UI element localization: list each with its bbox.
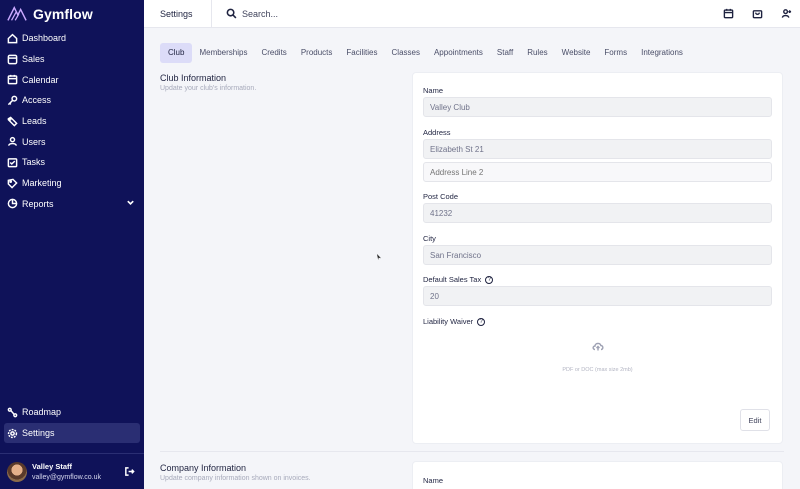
tab-rules[interactable]: Rules	[520, 43, 554, 63]
city-field[interactable]	[423, 245, 772, 265]
marketing-icon	[7, 178, 18, 189]
search-icon	[226, 8, 237, 19]
sidebar-item-label: Tasks	[22, 157, 46, 168]
address-label: Address	[423, 128, 451, 137]
add-user-icon[interactable]	[781, 8, 792, 19]
company-info-title: Company Information	[160, 463, 247, 473]
sidebar: Gymflow Dashboard Sales Calendar Access …	[0, 0, 144, 489]
sidebar-item-access[interactable]: Access	[0, 90, 144, 111]
sidebar-item-users[interactable]: Users	[0, 131, 144, 152]
reports-icon	[7, 198, 18, 209]
gymflow-logo-icon	[7, 6, 27, 21]
sidebar-item-label: Dashboard	[22, 33, 67, 44]
section-divider	[160, 451, 784, 452]
home-icon	[7, 33, 18, 44]
tag-icon	[7, 116, 18, 127]
sidebar-item-tasks[interactable]: Tasks	[0, 152, 144, 173]
sidebar-item-label: Sales	[22, 54, 45, 65]
sidebar-nav: Dashboard Sales Calendar Access Leads Us…	[0, 28, 144, 214]
sidebar-item-calendar[interactable]: Calendar	[0, 69, 144, 90]
tab-credits[interactable]: Credits	[254, 43, 293, 63]
tab-facilities[interactable]: Facilities	[339, 43, 384, 63]
search-bar[interactable]: Search...	[226, 8, 278, 19]
tab-forms[interactable]: Forms	[597, 43, 634, 63]
topbar-divider	[211, 0, 212, 28]
postcode-label: Post Code	[423, 192, 459, 201]
mouse-cursor	[377, 254, 381, 260]
sidebar-bottom-nav: Roadmap Settings	[0, 402, 144, 444]
sales-tax-label: Default Sales Tax ?	[423, 275, 494, 284]
club-info-subtitle: Update your club's information.	[160, 85, 257, 92]
sidebar-item-roadmap[interactable]: Roadmap	[0, 402, 144, 423]
sidebar-item-label: Leads	[22, 116, 47, 127]
gear-icon	[7, 428, 18, 439]
sidebar-item-marketing[interactable]: Marketing	[0, 173, 144, 194]
tab-classes[interactable]: Classes	[385, 43, 427, 63]
help-icon[interactable]: ?	[477, 317, 486, 326]
upload-hint: PDF or DOC (max size 2mb)	[562, 367, 633, 373]
brand-name: Gymflow	[33, 6, 93, 22]
sidebar-item-leads[interactable]: Leads	[0, 111, 144, 132]
cloud-upload-icon	[591, 342, 604, 351]
card-icon	[7, 54, 18, 65]
tab-staff[interactable]: Staff	[490, 43, 520, 63]
user-email: valley@gymflow.co.uk	[32, 473, 101, 481]
liability-waiver-label: Liability Waiver ?	[423, 317, 486, 326]
sidebar-item-label: Users	[22, 136, 46, 147]
club-info-title: Club Information	[160, 73, 227, 83]
tab-website[interactable]: Website	[555, 43, 598, 63]
sidebar-item-label: Settings	[22, 428, 55, 439]
name-label: Name	[423, 86, 444, 95]
users-icon	[7, 136, 18, 147]
tab-club[interactable]: Club	[160, 43, 193, 63]
liability-waiver-label-text: Liability Waiver	[423, 317, 474, 326]
logout-icon[interactable]	[124, 466, 135, 479]
sidebar-item-label: Roadmap	[22, 407, 62, 418]
company-info-card: Name	[412, 461, 783, 489]
user-profile[interactable]: Valley Staff valley@gymflow.co.uk	[0, 453, 144, 489]
tab-products[interactable]: Products	[294, 43, 340, 63]
postcode-field[interactable]	[423, 203, 772, 223]
brand-logo[interactable]: Gymflow	[7, 5, 93, 23]
waiver-upload-area[interactable]: PDF or DOC (max size 2mb)	[423, 335, 772, 399]
address-line2-field[interactable]	[423, 162, 772, 182]
shopping-bag-icon[interactable]	[752, 8, 763, 19]
help-icon[interactable]: ?	[485, 275, 494, 284]
settings-tabs: Club Memberships Credits Products Facili…	[160, 43, 690, 63]
roadmap-icon	[7, 407, 18, 418]
club-info-card: Name Address Post Code City Default Sale…	[412, 72, 783, 444]
sidebar-item-label: Reports	[22, 198, 54, 209]
calendar-icon[interactable]	[723, 8, 734, 19]
page-title: Settings	[160, 9, 193, 19]
tab-appointments[interactable]: Appointments	[427, 43, 490, 63]
sidebar-item-reports[interactable]: Reports	[0, 194, 144, 215]
search-input[interactable]: Search...	[242, 9, 278, 19]
chevron-down-icon[interactable]	[126, 198, 135, 209]
tab-memberships[interactable]: Memberships	[192, 43, 254, 63]
user-info: Valley Staff valley@gymflow.co.uk	[32, 461, 101, 483]
avatar	[7, 461, 27, 482]
sales-tax-label-text: Default Sales Tax	[423, 275, 482, 284]
company-name-label: Name	[423, 476, 444, 485]
user-name: Valley Staff	[32, 461, 73, 471]
topbar-actions	[723, 8, 792, 19]
tab-integrations[interactable]: Integrations	[634, 43, 690, 63]
sidebar-item-sales[interactable]: Sales	[0, 49, 144, 70]
sidebar-item-label: Access	[22, 95, 52, 106]
calendar-icon	[7, 74, 18, 85]
key-icon	[7, 95, 18, 106]
tasks-icon	[7, 157, 18, 168]
club-name-field[interactable]	[423, 97, 772, 117]
sidebar-item-label: Calendar	[22, 74, 59, 85]
sales-tax-field[interactable]	[423, 286, 772, 306]
topbar: Settings Search...	[144, 0, 800, 28]
edit-button[interactable]: Edit	[740, 409, 770, 431]
sidebar-item-settings[interactable]: Settings	[4, 422, 140, 444]
city-label: City	[423, 234, 436, 243]
company-info-subtitle: Update company information shown on invo…	[160, 475, 311, 482]
sidebar-item-label: Marketing	[22, 178, 62, 189]
address-line1-field[interactable]	[423, 139, 772, 159]
sidebar-item-dashboard[interactable]: Dashboard	[0, 28, 144, 49]
